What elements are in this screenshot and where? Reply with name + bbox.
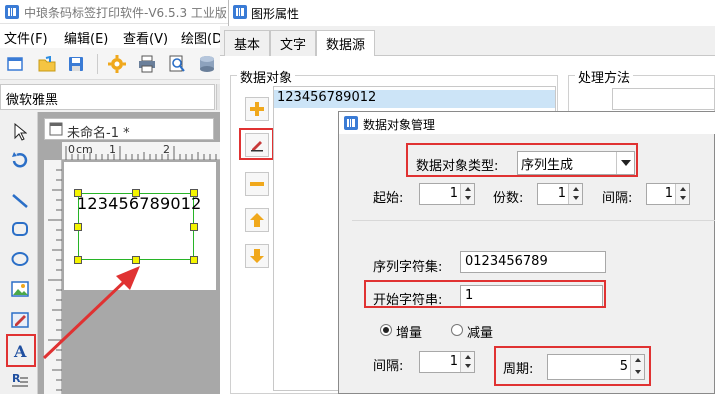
interval-label: 间隔: bbox=[602, 191, 633, 206]
object-type-value: 序列生成 bbox=[521, 158, 574, 173]
svg-text:R: R bbox=[12, 372, 21, 385]
rotate-icon[interactable] bbox=[8, 148, 32, 172]
settings-gear-icon[interactable] bbox=[108, 55, 126, 73]
interval-stepper[interactable]: 1 bbox=[646, 183, 690, 205]
increase-label: 增量 bbox=[396, 326, 423, 341]
divider bbox=[352, 220, 715, 221]
menu-file[interactable]: 文件(F) bbox=[4, 28, 48, 47]
menu-bar: 文件(F) 编辑(E) 查看(V) 绘图(D bbox=[0, 24, 228, 48]
document-tab-label: 未命名-1 * bbox=[67, 126, 130, 141]
resize-handle[interactable] bbox=[74, 189, 82, 197]
drawing-toolbar: A R bbox=[0, 112, 38, 394]
graphic-properties-title: 图形属性 bbox=[251, 7, 300, 21]
data-object-dialog-titlebar: 数据对象管理 bbox=[339, 112, 715, 134]
step-value: 1 bbox=[449, 354, 458, 369]
ellipse-tool-icon[interactable] bbox=[8, 247, 32, 271]
start-string-field[interactable]: 1 bbox=[460, 285, 603, 307]
decrease-radio[interactable] bbox=[451, 324, 463, 336]
menu-edit[interactable]: 编辑(E) bbox=[64, 28, 108, 47]
tab-text[interactable]: 文字 bbox=[270, 30, 317, 56]
data-object-dialog-title: 数据对象管理 bbox=[363, 118, 436, 132]
resize-handle[interactable] bbox=[74, 223, 82, 231]
move-up-icon[interactable] bbox=[245, 208, 269, 232]
object-type-label: 数据对象类型: bbox=[416, 159, 499, 174]
rich-text-icon[interactable]: R bbox=[8, 368, 32, 392]
cycle-stepper[interactable]: 5 bbox=[547, 354, 645, 380]
app-logo-icon bbox=[233, 5, 247, 19]
image-tool-icon[interactable] bbox=[8, 277, 32, 301]
font-name: 微软雅黑 bbox=[6, 93, 59, 108]
toolbar-divider bbox=[97, 54, 98, 74]
horizontal-ruler: 0 cm 1 2 bbox=[62, 142, 228, 160]
tab-data-source[interactable]: 数据源 bbox=[316, 30, 376, 57]
charset-field[interactable]: 0123456789 bbox=[460, 251, 606, 273]
resize-handle[interactable] bbox=[132, 189, 140, 197]
app-logo-icon bbox=[344, 116, 358, 130]
list-item[interactable]: 123456789012 bbox=[274, 90, 555, 108]
add-icon[interactable] bbox=[245, 97, 269, 121]
copies-value: 1 bbox=[557, 186, 566, 201]
ruler-unit: cm bbox=[76, 143, 93, 156]
step-stepper[interactable]: 1 bbox=[419, 351, 475, 373]
cycle-label: 周期: bbox=[503, 362, 534, 377]
start-string-label: 开始字符串: bbox=[373, 293, 443, 308]
print-icon[interactable] bbox=[138, 55, 156, 73]
resize-handle[interactable] bbox=[190, 223, 198, 231]
menu-draw[interactable]: 绘图(D bbox=[181, 28, 222, 47]
svg-text:A: A bbox=[13, 342, 27, 360]
remove-icon[interactable] bbox=[245, 172, 269, 196]
processing-method-list[interactable] bbox=[612, 88, 715, 110]
start-label: 起始: bbox=[373, 191, 404, 206]
graphic-properties-titlebar: 图形属性 bbox=[228, 0, 715, 26]
ruler-mark-0: 0 bbox=[68, 143, 75, 156]
save-icon[interactable] bbox=[68, 56, 84, 72]
new-icon[interactable] bbox=[7, 56, 23, 72]
move-down-icon[interactable] bbox=[245, 244, 269, 268]
processing-method-label: 处理方法 bbox=[575, 67, 634, 86]
document-tab[interactable]: 未命名-1 * bbox=[44, 118, 214, 141]
data-objects-label: 数据对象 bbox=[237, 67, 296, 86]
charset-label: 序列字符集: bbox=[373, 260, 443, 275]
annotation-arrow bbox=[42, 266, 140, 360]
cycle-value: 5 bbox=[619, 359, 628, 374]
rounded-rectangle-icon[interactable] bbox=[8, 217, 32, 241]
resize-handle[interactable] bbox=[190, 189, 198, 197]
print-preview-icon[interactable] bbox=[168, 55, 186, 73]
property-tabs: 基本 文字 数据源 bbox=[220, 26, 715, 57]
document-icon bbox=[49, 122, 63, 136]
copies-stepper[interactable]: 1 bbox=[537, 183, 583, 205]
line-tool-icon[interactable] bbox=[8, 189, 32, 213]
start-value: 1 bbox=[449, 186, 458, 201]
tab-basic[interactable]: 基本 bbox=[224, 30, 271, 56]
draw-image-icon[interactable] bbox=[8, 308, 32, 332]
select-pointer-icon[interactable] bbox=[8, 120, 32, 144]
app-titlebar: 中琅条码标签打印软件-V6.5.3 工业版 bbox=[0, 0, 228, 24]
start-stepper[interactable]: 1 bbox=[419, 183, 475, 205]
text-tool-icon[interactable]: A bbox=[8, 339, 32, 363]
main-toolbar bbox=[0, 48, 228, 80]
database-icon[interactable] bbox=[199, 55, 215, 73]
app-logo-icon bbox=[5, 5, 19, 19]
chevron-down-icon[interactable] bbox=[616, 152, 634, 174]
interval-value: 1 bbox=[664, 186, 673, 201]
resize-handle[interactable] bbox=[190, 256, 198, 264]
decrease-label: 减量 bbox=[467, 326, 494, 341]
open-folder-icon[interactable] bbox=[38, 56, 56, 72]
object-type-select[interactable]: 序列生成 bbox=[517, 151, 635, 175]
copies-label: 份数: bbox=[493, 191, 524, 206]
edit-icon[interactable] bbox=[245, 133, 269, 157]
font-selector[interactable]: 微软雅黑 bbox=[0, 84, 215, 110]
ruler-mark-2: 2 bbox=[163, 143, 170, 156]
app-title: 中琅条码标签打印软件-V6.5.3 工业版 bbox=[24, 6, 227, 20]
start-string-value: 1 bbox=[465, 288, 474, 303]
charset-value: 0123456789 bbox=[465, 254, 548, 269]
increase-radio[interactable] bbox=[380, 324, 392, 336]
step-label: 间隔: bbox=[373, 359, 404, 374]
menu-view[interactable]: 查看(V) bbox=[123, 28, 168, 47]
ruler-mark-1: 1 bbox=[109, 143, 116, 156]
